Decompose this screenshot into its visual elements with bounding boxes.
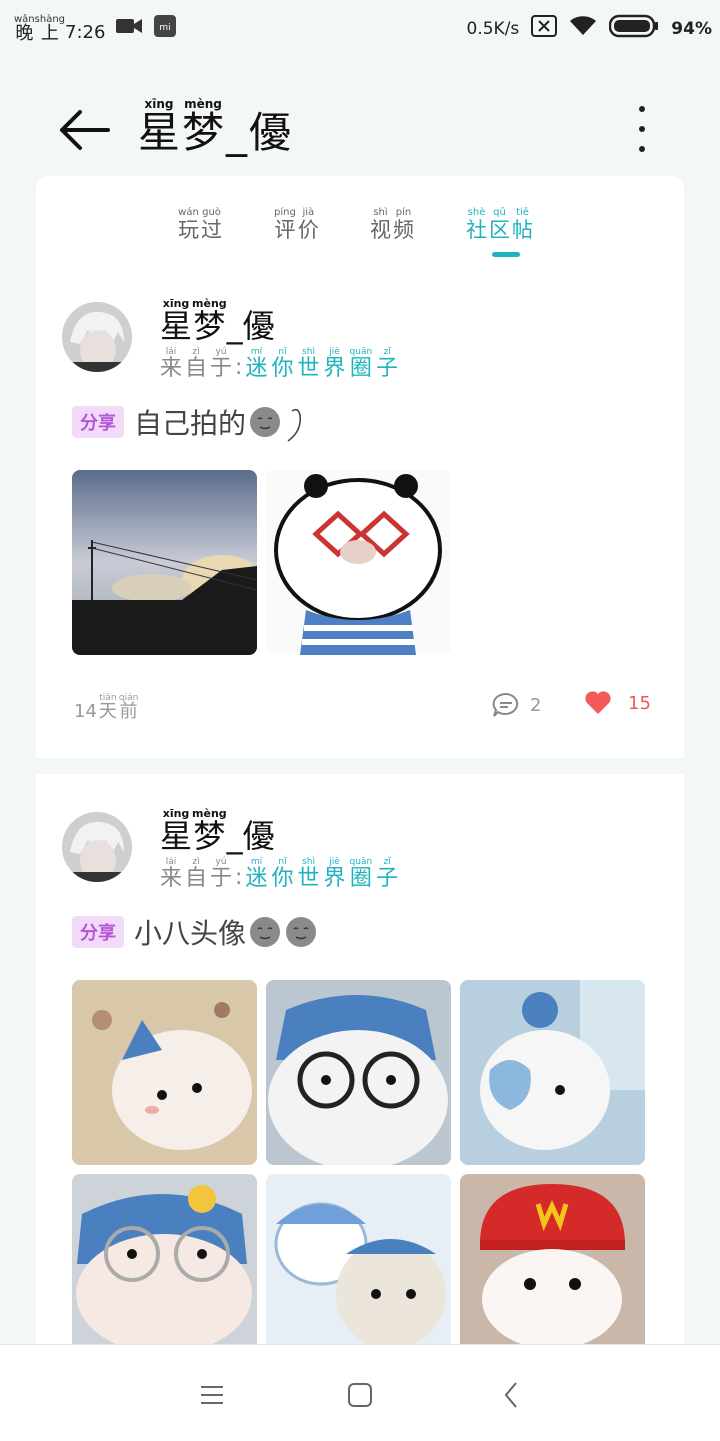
avatar[interactable]: [62, 302, 132, 372]
comment-button[interactable]: 2: [492, 692, 541, 718]
dot: [639, 146, 645, 152]
tab-reviews[interactable]: píng 评 jià 价: [274, 208, 319, 241]
post-image-sky[interactable]: [72, 470, 257, 655]
circle-link[interactable]: mí 迷 nǐ 你 shì 世 jiè 界 quān 圈 zǐ 子: [245, 348, 398, 380]
like-count: 15: [628, 692, 651, 714]
post-card[interactable]: xīng 星 mèng 梦 _ 優 lái 来 zì 自 yú 于 : mí 迷 nǐ 你 s…: [36, 774, 684, 1374]
video-camera-icon: [115, 16, 143, 41]
share-tag: 分享: [72, 916, 124, 948]
moon-face-icon: [248, 405, 282, 439]
moon-face-icon: [284, 915, 318, 949]
square-icon: [348, 1383, 372, 1407]
post-image-plush-2[interactable]: [266, 980, 451, 1165]
tab-played[interactable]: wán 玩 guò 过: [178, 208, 222, 241]
tab-bar: wán 玩 guò 过 píng 评 jià 价 shì 视 pín 频 shè 社 qū 区 …: [36, 176, 684, 265]
svg-text:mi: mi: [160, 23, 171, 33]
comment-count: 2: [530, 694, 542, 716]
author-name[interactable]: xīng 星 mèng 梦 _ 優: [160, 808, 275, 852]
system-back-button[interactable]: [496, 1379, 528, 1411]
app-header: xīng 星 mèng 梦 _ 優: [0, 80, 720, 180]
more-options-button[interactable]: [626, 106, 658, 152]
tab-community-posts[interactable]: shè 社 qū 区 tiě 帖: [466, 208, 533, 241]
post-source: lái 来 zì 自 yú 于 : mí 迷 nǐ 你 shì 世 jiè 界 quān 圈 z…: [160, 857, 399, 891]
home-button[interactable]: [344, 1379, 376, 1411]
post-image-plush-4[interactable]: [72, 1174, 257, 1344]
arrow-left-icon: [60, 110, 110, 150]
status-time: wǎn 晚 shàng 上 7:26: [14, 13, 106, 44]
hand-heart-icon: [284, 405, 304, 442]
network-speed: 0.5K/s: [466, 18, 520, 39]
post-text: 自己拍的: [134, 407, 247, 440]
like-button[interactable]: 15: [584, 690, 651, 716]
post-text: 小八头像: [134, 917, 247, 950]
active-tab-indicator: [492, 252, 520, 257]
menu-icon: [201, 1386, 223, 1404]
wifi-icon: [569, 15, 597, 42]
author-name[interactable]: xīng 星 mèng 梦 _ 優: [160, 298, 275, 342]
post-content[interactable]: 分享 自己拍的: [72, 402, 304, 442]
post-content[interactable]: 分享 小八头像: [72, 912, 318, 952]
back-button[interactable]: [56, 102, 116, 158]
no-sim-icon: [531, 15, 558, 42]
battery-level: 94%: [671, 18, 712, 39]
post-image-meme[interactable]: [266, 470, 451, 655]
post-time: 14 tiān 天 qián 前: [74, 693, 139, 722]
dot: [639, 106, 645, 112]
post-image-plush-1[interactable]: [72, 980, 257, 1165]
status-bar: wǎn 晚 shàng 上 7:26 mi 0.5K/s 94%: [0, 0, 720, 56]
dot: [639, 126, 645, 132]
tab-videos[interactable]: shì 视 pín 频: [370, 208, 414, 241]
post-card[interactable]: xīng 星 mèng 梦 _ 優 lái 来 zì 自 yú 于 : mí 迷 nǐ 你 s…: [36, 264, 684, 758]
comment-icon: [492, 692, 519, 717]
battery-icon: [609, 14, 659, 43]
chevron-left-icon: [504, 1382, 517, 1408]
post-image-plush-5[interactable]: [266, 1174, 451, 1344]
avatar[interactable]: [62, 812, 132, 882]
post-image-plush-3[interactable]: [460, 980, 645, 1165]
post-image-plush-6[interactable]: [460, 1174, 645, 1344]
moon-face-icon: [248, 915, 282, 949]
system-nav-bar: [0, 1344, 720, 1441]
recents-button[interactable]: [196, 1379, 228, 1411]
mi-store-icon: mi: [153, 14, 177, 43]
share-tag: 分享: [72, 406, 124, 438]
page-title: xīng 星 mèng 梦 _ 優: [138, 97, 292, 157]
circle-link[interactable]: mí 迷 nǐ 你 shì 世 jiè 界 quān 圈 zǐ 子: [245, 858, 398, 890]
heart-icon: [585, 691, 611, 714]
post-source: lái 来 zì 自 yú 于 : mí 迷 nǐ 你 shì 世 jiè 界 quān 圈 z…: [160, 347, 399, 381]
